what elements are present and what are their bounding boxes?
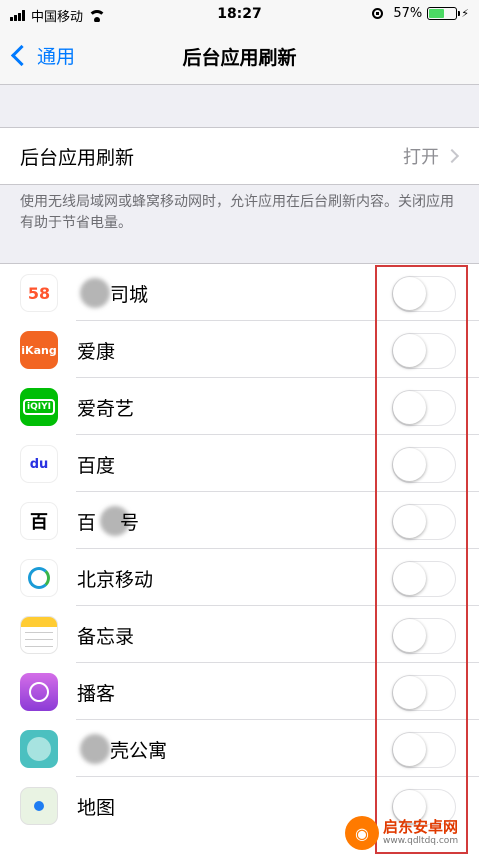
background-refresh-label: 后台应用刷新	[20, 147, 135, 169]
app-name: 爱奇艺	[77, 398, 135, 420]
battery-fill	[429, 9, 445, 18]
refresh-toggle-iqiyi[interactable]	[392, 390, 456, 426]
app-row-podcasts: 播客	[0, 663, 479, 720]
app-row-danke: 壳公寓	[0, 720, 479, 777]
app-name-suffix: 号	[120, 512, 140, 534]
app-name: 爱康	[77, 341, 116, 363]
navigation-bar: 通用 后台应用刷新	[0, 30, 479, 85]
chevron-right-icon	[444, 148, 460, 164]
app-name: 地图	[77, 797, 116, 819]
app-row-ikang: iKang 爱康	[0, 321, 479, 378]
refresh-toggle-baijiahao[interactable]	[392, 504, 456, 540]
battery-percent: 57%	[393, 6, 423, 21]
refresh-toggle-beijing-mobile[interactable]	[392, 561, 456, 597]
charging-bolt-icon: ⚡	[461, 7, 469, 20]
battery-icon	[427, 7, 461, 20]
danke-apartment-icon	[20, 730, 58, 768]
refresh-toggle-ikang[interactable]	[392, 333, 456, 369]
blurred-text	[80, 278, 110, 308]
refresh-toggle-danke[interactable]	[392, 732, 456, 768]
icon-text: 58	[27, 283, 51, 303]
watermark-url: www.qdltdq.com	[383, 836, 459, 846]
refresh-toggle-podcasts[interactable]	[392, 675, 456, 711]
iqiyi-icon: iQIYI	[20, 388, 58, 426]
icon-text: iKang	[21, 343, 57, 357]
watermark-title: 启东安卓网	[383, 818, 459, 836]
refresh-toggle-58[interactable]	[392, 276, 456, 312]
watermark: ◉ 启东安卓网 www.qdltdq.com	[345, 812, 479, 854]
podcasts-icon	[20, 673, 58, 711]
section-footnote: 使用无线局域网或蜂窝移动网时，允许应用在后台刷新内容。关闭应用有助于节省电量。	[20, 194, 454, 231]
app-row-iqiyi: iQIYI 爱奇艺	[0, 378, 479, 435]
maps-icon	[20, 787, 58, 825]
baijiahao-icon: 百	[20, 502, 58, 540]
app-row-58: 58 司城	[0, 264, 479, 321]
app-row-baijiahao: 百 百 号	[0, 492, 479, 549]
app-name: 壳公寓	[110, 740, 168, 762]
china-mobile-icon	[20, 559, 58, 597]
icon-text: iQIYI	[23, 399, 55, 415]
blurred-text	[80, 734, 110, 764]
app-row-notes: 备忘录	[0, 606, 479, 663]
app-list: 58 司城 iKang 爱康 iQIYI 爱奇艺 du 百度 百 百 号 北京移…	[0, 263, 479, 855]
page-title: 后台应用刷新	[182, 47, 297, 69]
app-name: 播客	[77, 683, 116, 705]
app-row-baidu: du 百度	[0, 435, 479, 492]
app-name: 备忘录	[77, 626, 135, 648]
status-bar: 中国移动 18:27 57% ⚡	[0, 0, 479, 30]
app-name: 司城	[110, 284, 149, 306]
ikang-icon: iKang	[20, 331, 58, 369]
orientation-lock-icon	[372, 8, 384, 19]
58-tongcheng-icon: 58	[20, 274, 58, 312]
app-row-beijing-mobile: 北京移动	[0, 549, 479, 606]
watermark-logo-icon: ◉	[345, 816, 379, 850]
refresh-toggle-baidu[interactable]	[392, 447, 456, 483]
status-right: 57% ⚡	[372, 6, 469, 21]
background-refresh-value: 打开	[403, 147, 439, 168]
baidu-paw-icon: du	[20, 445, 58, 483]
watermark-text: 启东安卓网 www.qdltdq.com	[383, 819, 458, 847]
refresh-toggle-notes[interactable]	[392, 618, 456, 654]
icon-text: 百	[30, 512, 48, 533]
app-name: 百度	[77, 455, 116, 477]
app-name: 北京移动	[77, 569, 154, 591]
background-refresh-row[interactable]: 后台应用刷新 打开	[0, 127, 479, 185]
notes-icon	[20, 616, 58, 654]
app-name: 百	[77, 512, 97, 534]
icon-text: du	[29, 456, 49, 472]
